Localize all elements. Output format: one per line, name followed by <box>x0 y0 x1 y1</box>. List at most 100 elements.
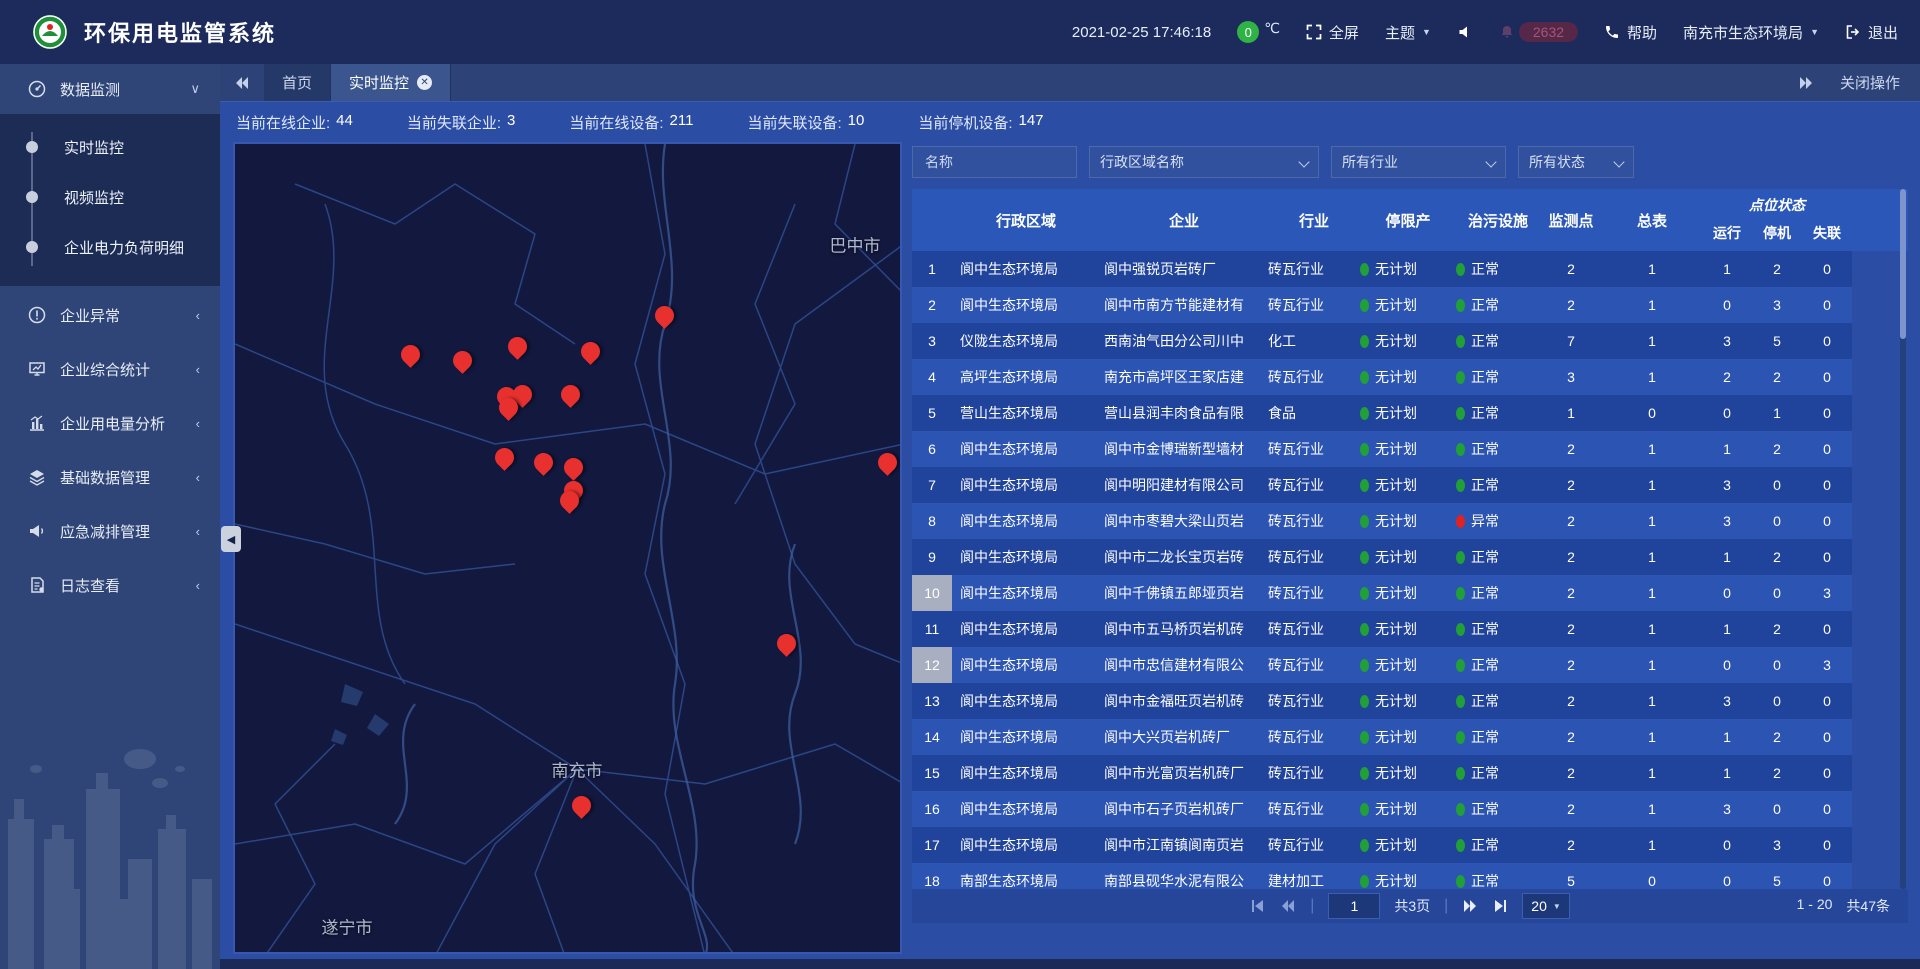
points-cell: 2 <box>1540 575 1602 611</box>
tab-label: 首页 <box>282 72 312 93</box>
row-number-cell: 7 <box>912 467 952 503</box>
running-cell: 0 <box>1702 647 1752 683</box>
logout-button[interactable]: 退出 <box>1845 22 1898 43</box>
table-row[interactable]: 8阆中生态环境局阆中市枣碧大梁山页岩砖瓦行业无计划异常21300 <box>912 503 1852 539</box>
table-row[interactable]: 12阆中生态环境局阆中市忠信建材有限公砖瓦行业无计划正常21003 <box>912 647 1852 683</box>
scrollbar-thumb[interactable] <box>1900 189 1906 339</box>
last-page-button[interactable] <box>1492 898 1508 914</box>
production-status-cell: 无计划 <box>1360 827 1456 863</box>
sidebar-subitem[interactable]: 企业电力负荷明细 <box>0 222 220 272</box>
map-canvas[interactable]: 巴中市南充市遂宁市 <box>233 142 902 954</box>
help-button[interactable]: 帮助 <box>1604 22 1657 43</box>
offline-cell: 0 <box>1802 323 1852 359</box>
chevron-left-icon: ‹ <box>196 416 200 431</box>
page-size-select[interactable]: 20▼ <box>1522 893 1570 919</box>
status-dot-icon <box>1360 515 1369 528</box>
meters-cell: 1 <box>1602 251 1702 287</box>
stopped-cell: 2 <box>1752 359 1802 395</box>
running-cell: 0 <box>1702 287 1752 323</box>
company-cell: 阆中大兴页岩机砖厂 <box>1100 719 1268 755</box>
tab-item[interactable]: 实时监控✕ <box>331 64 451 101</box>
status-dot-icon <box>1360 803 1369 816</box>
status-dot-icon <box>1360 443 1369 456</box>
region-select[interactable]: 行政区域名称 <box>1089 146 1319 178</box>
table-row[interactable]: 1阆中生态环境局阆中强锐页岩砖厂砖瓦行业无计划正常21120 <box>912 251 1852 287</box>
map-collapse-button[interactable]: ◀ <box>221 526 241 552</box>
table-scrollbar[interactable] <box>1900 189 1906 889</box>
sidebar-item[interactable]: 应急减排管理‹ <box>0 506 220 556</box>
name-search-input[interactable] <box>912 146 1077 178</box>
table-row[interactable]: 17阆中生态环境局阆中市江南镇阆南页岩砖瓦行业无计划正常21030 <box>912 827 1852 863</box>
sidebar-subitem[interactable]: 视频监控 <box>0 172 220 222</box>
facility-status-label: 正常 <box>1471 727 1499 747</box>
prev-page-button[interactable] <box>1280 898 1296 914</box>
offline-cell: 3 <box>1802 575 1852 611</box>
sidebar-item[interactable]: 企业异常‹ <box>0 290 220 340</box>
stat-value: 44 <box>336 112 353 133</box>
sidebar-item[interactable]: 企业用电量分析‹ <box>0 398 220 448</box>
sidebar-subitem-active[interactable]: 实时监控 <box>0 122 220 172</box>
next-page-button[interactable] <box>1462 898 1478 914</box>
table-row[interactable]: 11阆中生态环境局阆中市五马桥页岩机砖砖瓦行业无计划正常21120 <box>912 611 1852 647</box>
industry-cell: 砖瓦行业 <box>1268 575 1360 611</box>
running-cell: 0 <box>1702 863 1752 889</box>
table-row[interactable]: 14阆中生态环境局阆中大兴页岩机砖厂砖瓦行业无计划正常21120 <box>912 719 1852 755</box>
fullscreen-button[interactable]: 全屏 <box>1306 22 1359 43</box>
table-row[interactable]: 7阆中生态环境局阆中明阳建材有限公司砖瓦行业无计划正常21300 <box>912 467 1852 503</box>
production-status-label: 无计划 <box>1375 331 1417 351</box>
name-search-field[interactable] <box>923 153 1066 171</box>
sidebar-item-label: 基础数据管理 <box>60 467 196 488</box>
sidebar-item[interactable]: 数据监测∨ <box>0 64 220 114</box>
notification-area[interactable]: 2632 <box>1499 22 1578 42</box>
table-row[interactable]: 16阆中生态环境局阆中市石子页岩机砖厂砖瓦行业无计划正常21300 <box>912 791 1852 827</box>
close-operations-button[interactable]: 关闭操作 <box>1840 72 1900 93</box>
sidebar-item[interactable]: 基础数据管理‹ <box>0 452 220 502</box>
status-dot-icon <box>1456 731 1465 744</box>
industry-select[interactable]: 所有行业 <box>1331 146 1506 178</box>
row-number-cell: 4 <box>912 359 952 395</box>
stat-label: 当前失联企业: <box>407 112 501 133</box>
production-status-label: 无计划 <box>1375 583 1417 603</box>
first-page-button[interactable] <box>1250 898 1266 914</box>
row-number-cell: 17 <box>912 827 952 863</box>
phone-icon <box>1604 24 1620 40</box>
table-row[interactable]: 3仪陇生态环境局西南油气田分公司川中化工无计划正常71350 <box>912 323 1852 359</box>
sidebar-item[interactable]: 日志查看‹ <box>0 560 220 610</box>
table-row[interactable]: 13阆中生态环境局阆中市金福旺页岩机砖砖瓦行业无计划正常21300 <box>912 683 1852 719</box>
table-row[interactable]: 15阆中生态环境局阆中市光富页岩机砖厂砖瓦行业无计划正常21120 <box>912 755 1852 791</box>
org-dropdown[interactable]: 南充市生态环境局▼ <box>1683 22 1819 43</box>
stat-item: 当前停机设备:147 <box>918 112 1043 133</box>
theme-dropdown[interactable]: 主题▼ <box>1385 22 1431 43</box>
company-cell: 阆中市光富页岩机砖厂 <box>1100 755 1268 791</box>
table-row[interactable]: 5营山生态环境局营山县润丰肉食品有限食品无计划正常10010 <box>912 395 1852 431</box>
tab-item[interactable]: 首页 <box>264 64 331 101</box>
header-datetime: 2021-02-25 17:46:18 <box>1072 24 1211 41</box>
table-row[interactable]: 4高坪生态环境局南充市高坪区王家店建砖瓦行业无计划正常31220 <box>912 359 1852 395</box>
table-row[interactable]: 10阆中生态环境局阆中千佛镇五郎垭页岩砖瓦行业无计划正常21003 <box>912 575 1852 611</box>
col-header-running: 运行 <box>1702 215 1752 251</box>
col-header-industry: 行业 <box>1268 189 1360 251</box>
page-number-input[interactable] <box>1328 893 1380 919</box>
facility-status-cell: 正常 <box>1456 719 1540 755</box>
stopped-cell: 0 <box>1752 791 1802 827</box>
notification-count-badge: 2632 <box>1519 22 1578 42</box>
offline-cell: 0 <box>1802 359 1852 395</box>
tabs-scroll-right-button[interactable] <box>1798 76 1814 90</box>
stat-item: 当前失联设备:10 <box>747 112 864 133</box>
status-dot-icon <box>1360 623 1369 636</box>
table-row[interactable]: 6阆中生态环境局阆中市金博瑞新型墙材砖瓦行业无计划正常21120 <box>912 431 1852 467</box>
sidebar-item[interactable]: 企业综合统计‹ <box>0 344 220 394</box>
table-row[interactable]: 18南部生态环境局南部县砚华水泥有限公建材加工无计划正常50050 <box>912 863 1852 889</box>
production-status-label: 无计划 <box>1375 691 1417 711</box>
facility-status-label: 正常 <box>1471 583 1499 603</box>
points-cell: 3 <box>1540 359 1602 395</box>
mute-button[interactable] <box>1457 24 1473 40</box>
tab-close-icon[interactable]: ✕ <box>417 75 432 90</box>
chevron-down-icon <box>1485 156 1496 167</box>
table-row[interactable]: 2阆中生态环境局阆中市南方节能建材有砖瓦行业无计划正常21030 <box>912 287 1852 323</box>
stat-item: 当前在线企业:44 <box>236 112 353 133</box>
table-row[interactable]: 9阆中生态环境局阆中市二龙长宝页岩砖砖瓦行业无计划正常21120 <box>912 539 1852 575</box>
status-select[interactable]: 所有状态 <box>1518 146 1634 178</box>
stopped-cell: 2 <box>1752 611 1802 647</box>
tabs-scroll-left-button[interactable] <box>220 64 264 101</box>
